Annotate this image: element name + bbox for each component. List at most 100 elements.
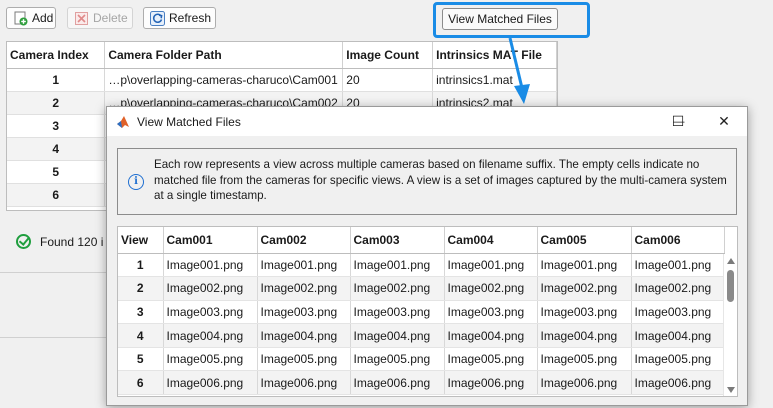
column-header[interactable]: Cam003 <box>350 227 445 254</box>
table-row[interactable]: 3 Image003.png Image003.png Image003.png… <box>118 300 725 325</box>
status-bar: Found 120 i <box>16 234 103 249</box>
view-matched-files-dialog: View Matched Files — ☐ ✕ i Each row repr… <box>106 106 748 406</box>
file-cell: Image006.png <box>631 370 725 396</box>
column-header[interactable]: Camera Index <box>7 42 106 69</box>
view-cell: 1 <box>118 253 164 278</box>
table-row[interactable]: 2 Image002.png Image002.png Image002.png… <box>118 276 725 301</box>
file-cell: Image004.png <box>257 323 351 348</box>
image-count-cell: 20 <box>342 68 434 92</box>
file-cell: Image002.png <box>631 276 725 301</box>
file-cell: Image005.png <box>537 347 632 372</box>
view-cell: 5 <box>118 347 164 372</box>
column-header[interactable]: View <box>118 227 164 254</box>
folder-path-cell: …p\overlapping-cameras-charuco\Cam001 <box>104 68 344 92</box>
file-cell: Image002.png <box>444 276 538 301</box>
file-cell: Image001.png <box>631 253 725 278</box>
file-cell: Image004.png <box>537 323 632 348</box>
column-header[interactable]: Cam001 <box>163 227 258 254</box>
camera-index-cell: 6 <box>7 183 106 207</box>
info-panel: i Each row represents a view across mult… <box>117 148 737 215</box>
file-cell: Image001.png <box>537 253 632 278</box>
file-cell: Image005.png <box>444 347 538 372</box>
dialog-titlebar[interactable]: View Matched Files — <box>107 107 747 136</box>
matched-table-header: View Cam001 Cam002 Cam003 Cam004 Cam005 … <box>118 227 725 254</box>
file-cell: Image006.png <box>444 370 538 396</box>
file-cell: Image006.png <box>537 370 632 396</box>
refresh-button[interactable]: Refresh <box>143 7 216 29</box>
status-text: Found 120 i <box>40 234 104 249</box>
file-cell: Image001.png <box>444 253 538 278</box>
camera-index-cell: 4 <box>7 137 106 161</box>
maximize-icon: ☐ <box>671 113 685 129</box>
delete-button[interactable]: Delete <box>67 7 133 29</box>
table-row[interactable]: 6 Image006.png Image006.png Image006.png… <box>118 370 725 396</box>
file-cell: Image004.png <box>444 323 538 348</box>
file-cell: Image001.png <box>163 253 258 278</box>
view-cell: 3 <box>118 300 164 325</box>
table-row[interactable]: 5 Image005.png Image005.png Image005.png… <box>118 347 725 372</box>
file-cell: Image003.png <box>631 300 725 325</box>
divider <box>0 272 106 273</box>
file-cell: Image002.png <box>537 276 632 301</box>
refresh-label: Refresh <box>169 11 212 25</box>
matched-files-table[interactable]: View Cam001 Cam002 Cam003 Cam004 Cam005 … <box>117 226 738 397</box>
file-cell: Image001.png <box>257 253 351 278</box>
file-cell: Image003.png <box>537 300 632 325</box>
file-cell: Image003.png <box>163 300 258 325</box>
dialog-title: View Matched Files <box>137 114 241 129</box>
file-cell: Image003.png <box>257 300 351 325</box>
add-label: Add <box>32 11 54 25</box>
column-header[interactable]: Image Count <box>342 42 434 69</box>
scroll-down-icon[interactable] <box>727 387 735 393</box>
check-circle-icon <box>16 234 31 249</box>
column-header[interactable]: Cam002 <box>257 227 351 254</box>
camera-index-cell: 2 <box>7 91 106 115</box>
file-cell: Image004.png <box>163 323 258 348</box>
view-cell: 6 <box>118 370 164 396</box>
divider <box>0 337 106 338</box>
camera-table-header: Camera Index Camera Folder Path Image Co… <box>7 42 557 69</box>
scroll-thumb[interactable] <box>727 270 734 302</box>
file-cell: Image005.png <box>631 347 725 372</box>
column-header[interactable]: Cam004 <box>444 227 538 254</box>
column-header[interactable]: Intrinsics MAT File <box>432 42 557 69</box>
file-cell: Image003.png <box>444 300 538 325</box>
column-header[interactable]: Cam005 <box>537 227 632 254</box>
delete-label: Delete <box>93 11 128 25</box>
file-cell: Image001.png <box>350 253 445 278</box>
close-button[interactable]: ✕ <box>701 107 747 136</box>
column-header[interactable]: Cam006 <box>631 227 725 254</box>
file-cell: Image002.png <box>257 276 351 301</box>
file-cell: Image002.png <box>350 276 445 301</box>
file-cell: Image006.png <box>257 370 351 396</box>
scroll-up-icon[interactable] <box>727 258 735 264</box>
view-cell: 2 <box>118 276 164 301</box>
add-button[interactable]: Add <box>6 7 56 29</box>
info-icon: i <box>128 174 144 190</box>
file-cell: Image002.png <box>163 276 258 301</box>
file-cell: Image006.png <box>350 370 445 396</box>
file-cell: Image004.png <box>350 323 445 348</box>
file-cell: Image005.png <box>350 347 445 372</box>
maximize-button[interactable]: ☐ <box>655 107 701 136</box>
column-header[interactable]: Camera Folder Path <box>104 42 344 69</box>
table-row[interactable]: 1 Image001.png Image001.png Image001.png… <box>118 253 725 278</box>
table-row[interactable]: 4 Image004.png Image004.png Image004.png… <box>118 323 725 348</box>
camera-index-cell: 1 <box>7 68 106 92</box>
mat-file-cell: intrinsics1.mat <box>432 68 557 92</box>
toolbar: Add Delete Refresh View Matched Files <box>0 0 773 38</box>
file-cell: Image006.png <box>163 370 258 396</box>
camera-index-cell: 5 <box>7 160 106 184</box>
highlight-annotation <box>433 2 590 38</box>
file-cell: Image005.png <box>163 347 258 372</box>
file-cell: Image005.png <box>257 347 351 372</box>
table-row[interactable]: 1 …p\overlapping-cameras-charuco\Cam001 … <box>7 68 557 92</box>
delete-icon <box>74 11 89 26</box>
matlab-icon <box>116 115 130 129</box>
file-cell: Image003.png <box>350 300 445 325</box>
info-text: Each row represents a view across multip… <box>154 158 727 202</box>
vertical-scrollbar[interactable] <box>723 254 737 396</box>
file-cell: Image004.png <box>631 323 725 348</box>
view-cell: 4 <box>118 323 164 348</box>
refresh-icon <box>150 10 165 26</box>
